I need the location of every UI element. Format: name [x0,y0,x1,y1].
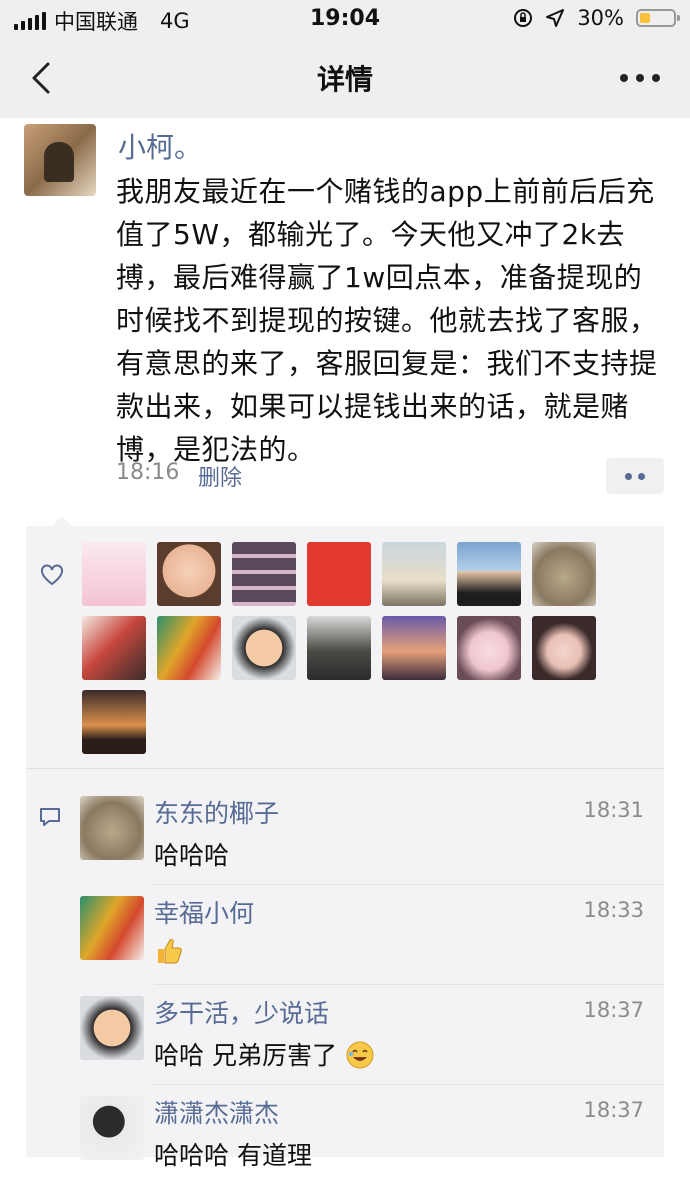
comment-time: 18:37 [583,998,644,1022]
divider [26,768,664,769]
more-dots-icon[interactable] [620,66,660,90]
liker-avatar[interactable] [457,542,521,606]
liker-avatar[interactable] [82,542,146,606]
liker-avatar[interactable] [307,542,371,606]
battery-percent: 30% [577,6,624,30]
comment-item: 东东的椰子 18:31 哈哈哈 [80,796,664,896]
liker-avatar[interactable] [382,542,446,606]
liker-avatar[interactable] [307,616,371,680]
author-name[interactable]: 小柯。 [118,126,202,166]
page-title: 详情 [316,63,373,96]
liker-avatar[interactable] [532,616,596,680]
heart-outline-icon [41,564,63,586]
location-icon [546,9,565,27]
liker-avatar[interactable] [82,616,146,680]
delete-link[interactable]: 删除 [198,460,242,492]
commenter-name[interactable]: 东东的椰子 [154,794,279,830]
comment-time: 18:37 [583,1098,644,1122]
navigation-bar: 详情 [0,40,690,118]
comment-text: 哈哈哈 [154,841,230,870]
author-avatar[interactable] [24,124,96,196]
comment-text [154,936,184,972]
liker-avatar[interactable] [82,690,146,754]
liker-avatar[interactable] [232,542,296,606]
comment-divider [154,1084,664,1085]
comment-text: 哈哈 兄弟厉害了 [154,1036,375,1072]
commenter-avatar[interactable] [80,796,144,860]
status-bar: 中国联通 4G 19:04 30% [0,0,690,40]
commenter-avatar[interactable] [80,896,144,960]
commenter-avatar[interactable] [80,1096,144,1160]
liker-avatar[interactable] [382,616,446,680]
comment-bubble-icon [40,808,60,826]
commenter-name[interactable]: 幸福小何 [154,894,254,930]
commenter-name[interactable]: 潇潇杰潇杰 [154,1094,279,1130]
comment-divider [154,984,664,985]
status-right: 30% [513,6,680,30]
comment-item: 幸福小何 18:33 [80,896,664,996]
liker-avatar[interactable] [457,616,521,680]
comment-time: 18:33 [583,898,644,922]
comment-item: 潇潇杰潇杰 18:37 哈哈哈 有道理 [80,1096,664,1196]
comment-text: 哈哈哈 有道理 [154,1141,312,1170]
liker-avatar[interactable] [157,542,221,606]
comment-time: 18:31 [583,798,644,822]
comment-item: 多干活，少说话 18:37 哈哈 兄弟厉害了 [80,996,664,1096]
commenter-avatar[interactable] [80,996,144,1060]
liker-avatar[interactable] [232,616,296,680]
laughing-emoji-icon [346,1041,374,1069]
comment-text-content: 哈哈 兄弟厉害了 [154,1041,337,1070]
post-action-menu-button[interactable] [606,458,664,494]
post-text: 我朋友最近在一个赌钱的app上前前后后充值了5W，都输光了。今天他又冲了2k去搏… [116,175,658,466]
likes-comments-panel: 东东的椰子 18:31 哈哈哈 幸福小何 18:33 多干活，少说话 18:37… [26,516,664,1170]
comment-divider [154,884,664,885]
thumbs-up-emoji-icon [158,939,182,964]
liker-avatar[interactable] [532,542,596,606]
battery-icon [636,9,680,27]
liker-avatar[interactable] [157,616,221,680]
commenter-name[interactable]: 多干活，少说话 [154,994,329,1030]
rotation-lock-icon [514,9,533,27]
post-timestamp: 18:16 [116,460,180,485]
